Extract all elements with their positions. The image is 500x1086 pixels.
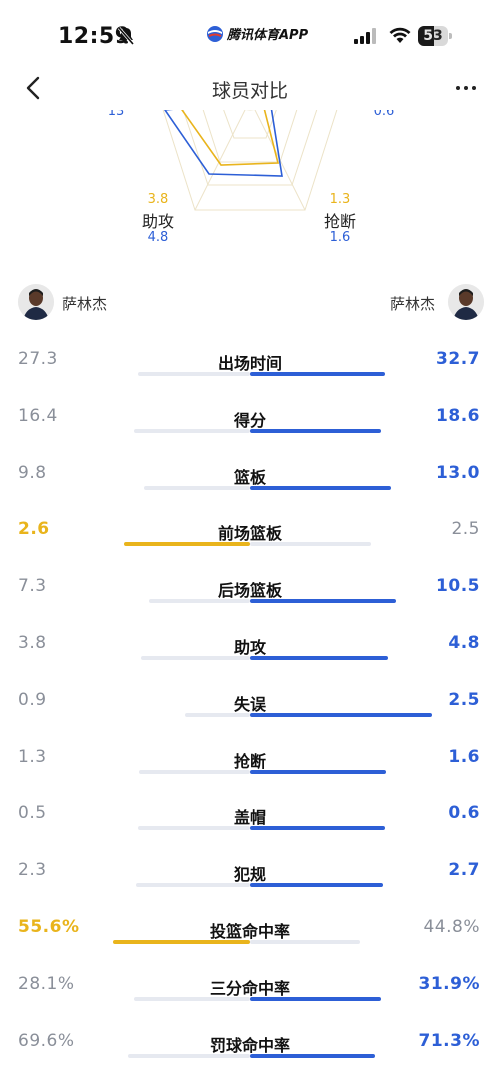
stat-right-bar <box>250 656 388 660</box>
stat-left-bar <box>136 883 250 888</box>
stat-left-bar <box>143 485 250 490</box>
stat-right-bar <box>250 996 382 1001</box>
battery-text: 53 <box>423 28 443 44</box>
radar-assist-label: 助攻 <box>141 212 174 231</box>
stat-right-bar <box>250 769 387 774</box>
stat-label: 出场时间 <box>217 354 282 373</box>
right-player-avatar[interactable] <box>448 284 484 320</box>
stat-row: 2.6 前场篮板 2.5 <box>0 502 500 558</box>
stat-left-bar <box>127 1053 250 1058</box>
stat-label: 犯规 <box>233 865 266 885</box>
stat-label: 得分 <box>233 410 266 430</box>
stat-row: 27.3 出场时间 32.7 <box>0 332 500 388</box>
radar-top-left-value: 13 <box>107 110 125 119</box>
stat-right-value: 2.5 <box>448 689 480 710</box>
stat-right-value: 44.8% <box>423 917 480 937</box>
brand-text: 腾讯体育APP <box>227 28 309 43</box>
stat-label: 篮板 <box>233 467 266 487</box>
stat-left-bar <box>113 940 250 944</box>
stat-right-bar <box>250 940 361 944</box>
stat-row: 69.6% 罚球命中率 71.3% <box>0 1014 500 1070</box>
stat-right-bar <box>250 428 382 433</box>
radar-steal-left: 1.3 <box>329 192 351 207</box>
left-player-name[interactable]: 萨林杰 <box>62 293 107 314</box>
stat-right-value: 13.0 <box>436 462 480 483</box>
players-header: 萨林杰 萨林杰 <box>0 280 500 326</box>
stat-label: 盖帽 <box>233 808 266 828</box>
stat-right-bar <box>250 599 396 604</box>
stat-right-bar <box>250 372 385 376</box>
stat-left-bar <box>124 542 250 547</box>
radar-chart: 13 0.6 3.8 助攻 4.8 1.3 抢断 1.6 <box>0 110 500 260</box>
stat-row: 3.8 助攻 4.8 <box>0 616 500 672</box>
stat-left-bar <box>134 428 250 433</box>
battery-tip <box>449 33 452 39</box>
battery-body: 53 <box>418 26 448 46</box>
radar-assist-left: 3.8 <box>147 192 169 207</box>
battery-icon: 53 <box>418 26 452 46</box>
radar-steal-label: 抢断 <box>323 212 356 231</box>
stat-row: 1.3 抢断 1.6 <box>0 730 500 786</box>
tencent-sports-icon <box>207 25 223 42</box>
stat-label: 前场篮板 <box>217 524 282 544</box>
stat-row: 2.3 犯规 2.7 <box>0 843 500 899</box>
stat-row: 9.8 篮板 13.0 <box>0 446 500 502</box>
wifi-icon <box>389 27 411 43</box>
stat-right-value: 32.7 <box>436 349 480 369</box>
stat-right-value: 2.7 <box>448 860 480 881</box>
stat-left-bar <box>137 826 250 831</box>
stat-row: 16.4 得分 18.6 <box>0 389 500 445</box>
more-dots-icon[interactable] <box>452 76 480 100</box>
stat-right-value: 18.6 <box>436 405 480 426</box>
stat-right-value: 31.9% <box>418 973 480 994</box>
player-photo-icon <box>448 284 484 320</box>
stat-left-bar <box>137 372 250 376</box>
stat-right-bar <box>250 712 432 717</box>
player-photo-icon <box>18 284 54 320</box>
stat-right-bar <box>250 826 385 831</box>
brand: 腾讯体育APP <box>206 24 308 43</box>
stat-left-bar <box>140 656 250 660</box>
radar-top-right-value: 0.6 <box>373 110 395 119</box>
stat-right-bar <box>250 485 391 490</box>
stat-left-bar <box>139 769 250 774</box>
stat-row: 28.1% 三分命中率 31.9% <box>0 957 500 1013</box>
stat-right-bar <box>250 1053 375 1058</box>
stat-right-value: 1.6 <box>448 746 480 767</box>
stat-row: 0.5 盖帽 0.6 <box>0 786 500 842</box>
stat-row: 0.9 失误 2.5 <box>0 673 500 729</box>
stat-right-bar <box>250 542 372 547</box>
stat-row: 7.3 后场篮板 10.5 <box>0 559 500 615</box>
signal-icon <box>354 28 376 44</box>
status-bar: 12:59 腾讯体育APP 53 <box>0 0 500 66</box>
stat-left-bar <box>148 599 250 604</box>
stat-right-value: 0.6 <box>448 803 480 824</box>
stat-right-value: 10.5 <box>436 576 480 597</box>
stat-right-bar <box>250 883 384 888</box>
stat-right-value: 71.3% <box>418 1030 480 1051</box>
radar-steal-right: 1.6 <box>329 230 351 245</box>
stat-right-value: 4.8 <box>448 633 480 653</box>
stat-label: 抢断 <box>233 751 266 771</box>
page-title: 球员对比 <box>211 80 288 102</box>
stat-label: 后场篮板 <box>217 581 282 601</box>
left-player-avatar[interactable] <box>18 284 54 320</box>
right-player-name[interactable]: 萨林杰 <box>390 293 435 314</box>
stat-label: 失误 <box>233 694 266 714</box>
bell-slash-icon <box>117 27 135 45</box>
radar-assist-right: 4.8 <box>147 230 169 245</box>
stat-label: 助攻 <box>233 638 266 657</box>
nav-bar: 球员对比 <box>0 66 500 110</box>
stat-row: 55.6% 投篮命中率 44.8% <box>0 900 500 956</box>
stat-right-value: 2.5 <box>451 519 480 540</box>
radar-right-player-shape <box>164 110 283 177</box>
stat-left-bar <box>134 996 250 1001</box>
radar-svg <box>162 110 338 211</box>
stat-left-bar <box>184 712 250 717</box>
